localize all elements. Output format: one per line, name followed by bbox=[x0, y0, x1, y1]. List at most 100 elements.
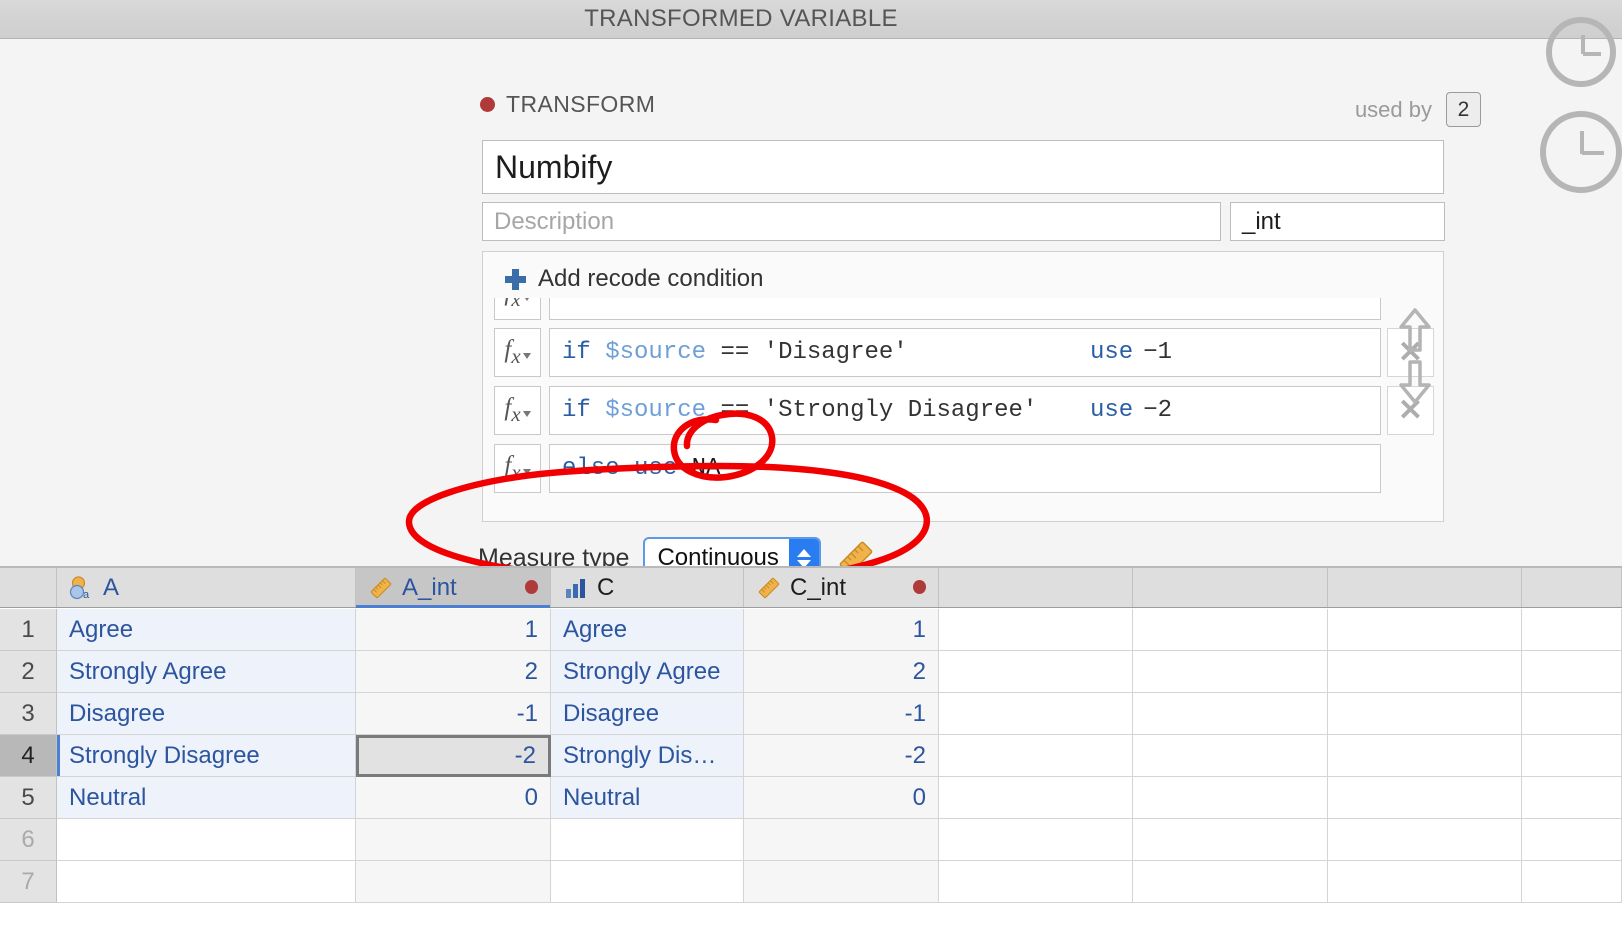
recode-condition-input[interactable]: if $source == 'Disagree' use −1 bbox=[549, 328, 1381, 377]
suffix-input[interactable]: _int bbox=[1230, 202, 1445, 241]
table-row[interactable]: 1 Agree 1 Agree 1 bbox=[0, 609, 1622, 651]
cell-C[interactable]: Strongly Dis… bbox=[551, 735, 744, 777]
column-header-C_int[interactable]: C_int bbox=[744, 568, 939, 607]
cell-empty[interactable] bbox=[1133, 609, 1328, 651]
cell-A[interactable]: Agree bbox=[57, 609, 356, 651]
column-header-A[interactable]: a A bbox=[57, 568, 356, 607]
cell-empty[interactable] bbox=[939, 735, 1133, 777]
column-header-C[interactable]: C bbox=[551, 568, 744, 607]
cell-C_int[interactable]: 2 bbox=[744, 651, 939, 693]
formula-dropdown-button[interactable]: fx bbox=[494, 386, 541, 435]
cell-empty[interactable] bbox=[939, 861, 1133, 903]
cell-empty[interactable] bbox=[1522, 651, 1622, 693]
column-header-empty-1[interactable] bbox=[939, 568, 1133, 607]
table-row[interactable]: 7 bbox=[0, 861, 1622, 903]
cell-A[interactable]: Strongly Disagree bbox=[57, 735, 356, 777]
cell-A_int[interactable]: 2 bbox=[356, 651, 551, 693]
column-header-A_int[interactable]: A_int bbox=[356, 568, 551, 608]
cell-empty[interactable] bbox=[939, 777, 1133, 819]
cell-empty[interactable] bbox=[1133, 693, 1328, 735]
cell-empty[interactable] bbox=[939, 693, 1133, 735]
cell-C_int[interactable] bbox=[744, 861, 939, 903]
cell-A_int[interactable] bbox=[356, 819, 551, 861]
cell-C[interactable]: Agree bbox=[551, 609, 744, 651]
row-number[interactable]: 1 bbox=[0, 609, 57, 651]
cell-empty[interactable] bbox=[1328, 651, 1522, 693]
row-number[interactable]: 5 bbox=[0, 777, 57, 819]
row-number[interactable]: 2 bbox=[0, 651, 57, 693]
cell-A_int[interactable]: -1 bbox=[356, 693, 551, 735]
cell-C_int[interactable]: -2 bbox=[744, 735, 939, 777]
cell-C[interactable]: Neutral bbox=[551, 777, 744, 819]
cell-empty[interactable] bbox=[939, 609, 1133, 651]
cell-empty[interactable] bbox=[1328, 819, 1522, 861]
table-row[interactable]: 6 bbox=[0, 819, 1622, 861]
cell-empty[interactable] bbox=[1133, 735, 1328, 777]
move-up-button[interactable] bbox=[1393, 307, 1437, 353]
clock-icon-second[interactable] bbox=[1540, 111, 1622, 193]
table-row[interactable]: 3 Disagree -1 Disagree -1 bbox=[0, 693, 1622, 735]
column-header-empty-2[interactable] bbox=[1133, 568, 1328, 607]
cell-C[interactable]: Strongly Agree bbox=[551, 651, 744, 693]
cell-A[interactable] bbox=[57, 861, 356, 903]
cell-A_int[interactable]: 1 bbox=[356, 609, 551, 651]
table-row[interactable]: 2 Strongly Agree 2 Strongly Agree 2 bbox=[0, 651, 1622, 693]
description-input[interactable]: Description bbox=[482, 202, 1221, 241]
cell-empty[interactable] bbox=[1522, 861, 1622, 903]
variable-name-input[interactable]: Numbify bbox=[482, 140, 1444, 194]
cell-empty[interactable] bbox=[939, 651, 1133, 693]
recode-else-input[interactable]: else use NA bbox=[549, 444, 1381, 493]
cell-C_int[interactable]: 1 bbox=[744, 609, 939, 651]
clock-icon-top[interactable] bbox=[1546, 17, 1616, 87]
column-header-empty-4[interactable] bbox=[1522, 568, 1622, 607]
formula-dropdown-button[interactable]: fx bbox=[494, 444, 541, 493]
recode-condition-row[interactable]: fx if $source == 'Strongly Disagree' use… bbox=[494, 385, 1434, 436]
recode-condition-input[interactable]: if $source == 'Strongly Disagree' use −2 bbox=[549, 386, 1381, 435]
table-row[interactable]: 4 Strongly Disagree -2 Strongly Dis… -2 bbox=[0, 735, 1622, 777]
cell-empty[interactable] bbox=[1133, 651, 1328, 693]
data-spreadsheet[interactable]: a A A_int C C_int 1 Agree 1 Agree 1 2 St… bbox=[0, 566, 1622, 934]
add-recode-condition-button[interactable]: Add recode condition bbox=[505, 265, 764, 293]
cell-empty[interactable] bbox=[1522, 777, 1622, 819]
row-number[interactable]: 3 bbox=[0, 693, 57, 735]
cell-empty[interactable] bbox=[1133, 819, 1328, 861]
cell-empty[interactable] bbox=[1522, 609, 1622, 651]
column-header-empty-3[interactable] bbox=[1328, 568, 1522, 607]
recode-condition-input[interactable] bbox=[549, 298, 1381, 320]
cell-empty[interactable] bbox=[1328, 609, 1522, 651]
cell-empty[interactable] bbox=[1328, 735, 1522, 777]
recode-condition-row[interactable]: fx if $source == 'Disagree' use −1 ✕ bbox=[494, 327, 1434, 378]
recode-conditions-list[interactable]: fx fx if $source == 'Disagree' bbox=[494, 298, 1434, 512]
cell-C_int[interactable] bbox=[744, 819, 939, 861]
cell-empty[interactable] bbox=[1328, 777, 1522, 819]
cell-empty[interactable] bbox=[939, 819, 1133, 861]
recode-condition-row-partial[interactable]: fx bbox=[494, 298, 1434, 320]
cell-A_int[interactable]: 0 bbox=[356, 777, 551, 819]
row-number[interactable]: 6 bbox=[0, 819, 57, 861]
formula-dropdown-button[interactable]: fx bbox=[494, 328, 541, 377]
cell-empty[interactable] bbox=[1133, 861, 1328, 903]
row-number[interactable]: 4 bbox=[0, 735, 57, 777]
cell-empty[interactable] bbox=[1328, 861, 1522, 903]
cell-C[interactable] bbox=[551, 819, 744, 861]
recode-else-row[interactable]: fx else use NA bbox=[494, 443, 1434, 494]
cell-C_int[interactable]: 0 bbox=[744, 777, 939, 819]
cell-C_int[interactable]: -1 bbox=[744, 693, 939, 735]
cell-A_int-selected[interactable]: -2 bbox=[356, 735, 551, 777]
cell-A[interactable]: Neutral bbox=[57, 777, 356, 819]
cell-C[interactable]: Disagree bbox=[551, 693, 744, 735]
cell-A[interactable] bbox=[57, 819, 356, 861]
move-down-button[interactable] bbox=[1393, 359, 1437, 405]
cell-empty[interactable] bbox=[1522, 693, 1622, 735]
table-row[interactable]: 5 Neutral 0 Neutral 0 bbox=[0, 777, 1622, 819]
formula-dropdown-button[interactable]: fx bbox=[494, 298, 541, 320]
cell-empty[interactable] bbox=[1328, 693, 1522, 735]
cell-empty[interactable] bbox=[1522, 819, 1622, 861]
used-by-count-badge[interactable]: 2 bbox=[1446, 92, 1481, 127]
cell-A[interactable]: Strongly Agree bbox=[57, 651, 356, 693]
cell-A_int[interactable] bbox=[356, 861, 551, 903]
cell-C[interactable] bbox=[551, 861, 744, 903]
cell-empty[interactable] bbox=[1133, 777, 1328, 819]
cell-A[interactable]: Disagree bbox=[57, 693, 356, 735]
cell-empty[interactable] bbox=[1522, 735, 1622, 777]
